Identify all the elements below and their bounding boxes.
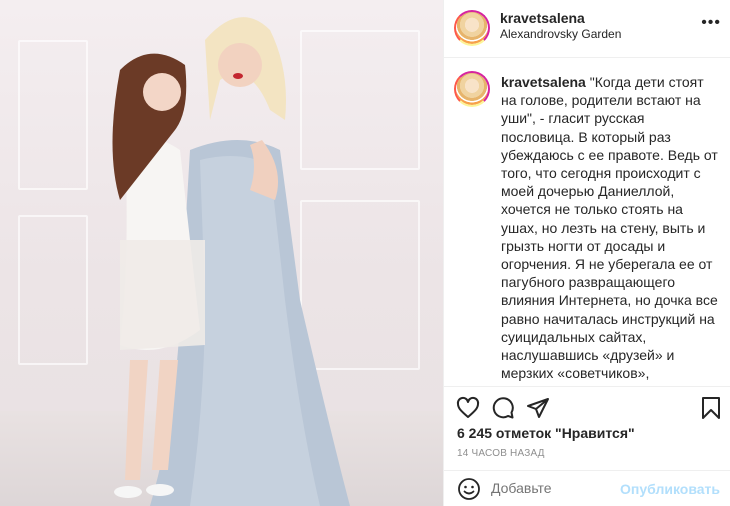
post-sidebar: kravetsalena Alexandrovsky Garden ••• kr… bbox=[443, 0, 730, 506]
post-location[interactable]: Alexandrovsky Garden bbox=[500, 27, 621, 41]
post-photo[interactable] bbox=[0, 0, 443, 506]
emoji-icon[interactable] bbox=[457, 477, 481, 501]
caption-username[interactable]: kravetsalena bbox=[501, 74, 586, 90]
photo-figures bbox=[112, 17, 350, 506]
heart-icon[interactable] bbox=[456, 396, 480, 420]
comment-row: Опубликовать bbox=[444, 470, 730, 506]
caption: kravetsalena "Когда дети стоят на голове… bbox=[501, 73, 721, 386]
caption-avatar[interactable] bbox=[454, 71, 490, 107]
post-actions: 6 245 отметок "Нравится" 14 ЧАСОВ НАЗАД … bbox=[444, 386, 730, 506]
post-header: kravetsalena Alexandrovsky Garden ••• bbox=[444, 0, 730, 58]
avatar[interactable] bbox=[454, 10, 490, 46]
post-username[interactable]: kravetsalena bbox=[500, 10, 585, 26]
bookmark-icon[interactable] bbox=[699, 396, 723, 420]
more-icon[interactable]: ••• bbox=[701, 14, 721, 32]
caption-area: kravetsalena "Когда дети стоят на голове… bbox=[444, 59, 730, 386]
publish-button[interactable]: Опубликовать bbox=[620, 481, 720, 497]
likes-count[interactable]: 6 245 отметок "Нравится" bbox=[457, 425, 635, 441]
share-icon[interactable] bbox=[526, 396, 550, 420]
comment-icon[interactable] bbox=[491, 396, 515, 420]
caption-text: "Когда дети стоят на голове, родители вс… bbox=[501, 74, 718, 386]
post-timestamp[interactable]: 14 ЧАСОВ НАЗАД bbox=[457, 448, 545, 459]
